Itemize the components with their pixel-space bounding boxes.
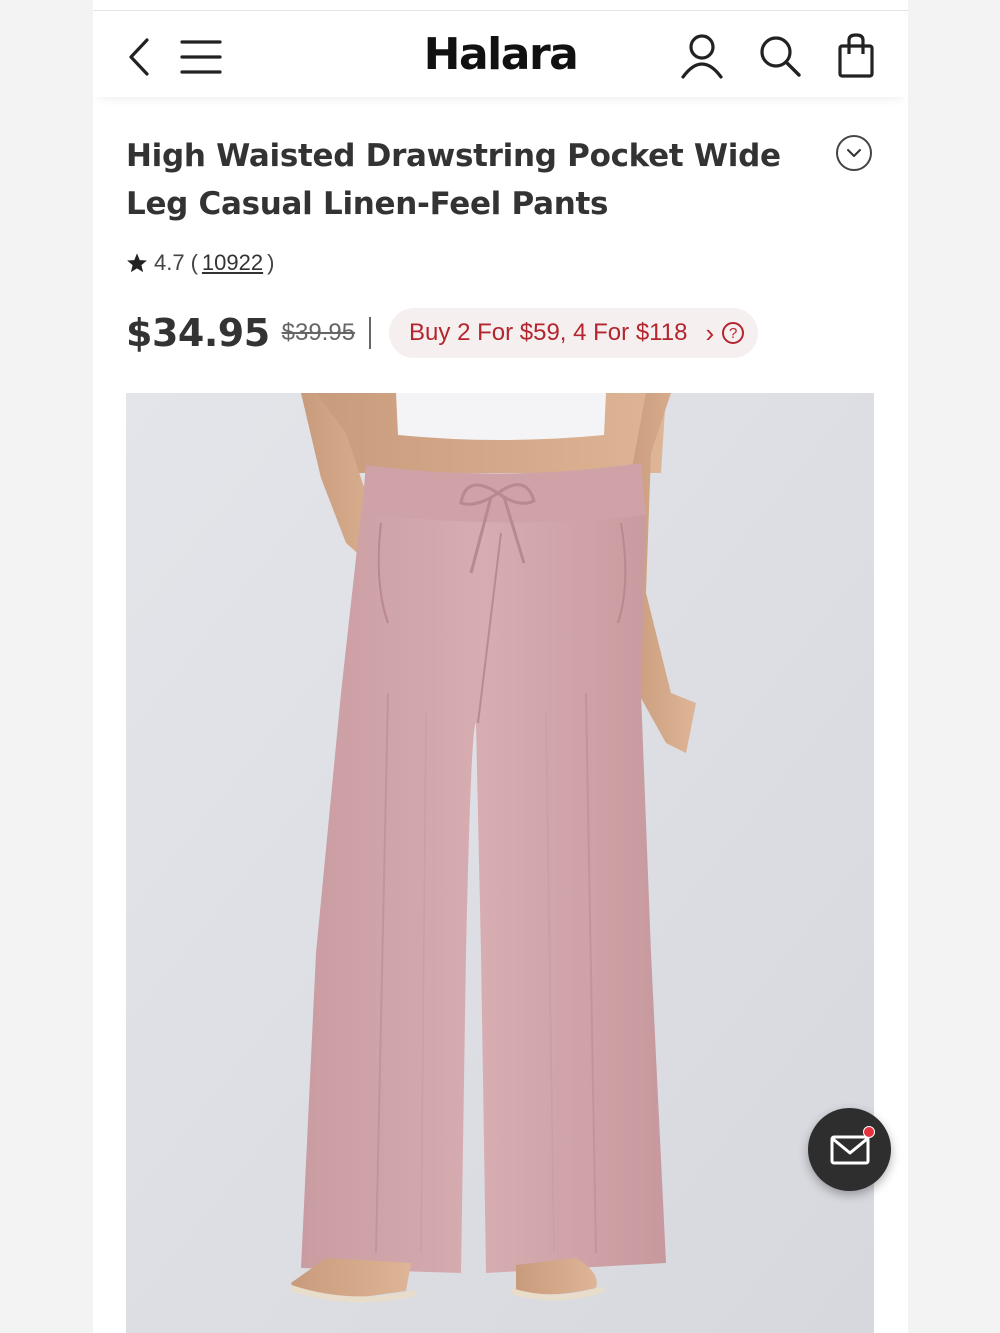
shopping-bag-icon: [838, 33, 874, 78]
product-image[interactable]: [126, 393, 874, 1333]
expand-details-button[interactable]: [836, 135, 872, 171]
search-button[interactable]: [757, 33, 803, 79]
price-divider: [369, 317, 372, 349]
bundle-promo-button[interactable]: Buy 2 For $59, 4 For $118 › ?: [389, 308, 759, 358]
original-price: $39.95: [281, 319, 356, 346]
rating-value: 4.7: [154, 250, 185, 275]
sale-price: $34.95: [126, 311, 270, 355]
notification-dot: [863, 1126, 875, 1138]
rating-row[interactable]: 4.7 ( 10922 ): [126, 248, 274, 278]
chevron-right-icon: ›: [705, 317, 715, 348]
product-title: High Waisted Drawstring Pocket Wide Leg …: [126, 138, 781, 222]
close-paren: ): [267, 250, 275, 275]
product-page: Halara High Waisted Drawstring Pocket Wi…: [93, 0, 908, 1333]
menu-button[interactable]: [179, 35, 223, 79]
star-icon: [127, 253, 147, 273]
open-paren: (: [190, 250, 198, 275]
chevron-left-icon: [129, 38, 149, 76]
review-count[interactable]: 10922: [202, 250, 263, 276]
promo-label: Buy 2 For $59, 4 For $118: [409, 319, 688, 346]
cart-button[interactable]: [835, 31, 877, 81]
chevron-down-icon: [847, 149, 861, 157]
price-bar: $34.95 $39.95 Buy 2 For $59, 4 For $118 …: [126, 306, 759, 360]
message-button[interactable]: [808, 1108, 891, 1191]
pants-photo-illustration: [126, 393, 874, 1333]
help-icon[interactable]: ?: [722, 322, 745, 344]
back-button[interactable]: [121, 35, 157, 79]
search-icon: [760, 36, 801, 77]
account-button[interactable]: [679, 31, 725, 81]
hamburger-menu-icon: [180, 40, 222, 74]
top-header: Halara: [93, 11, 908, 97]
brand-logo[interactable]: Halara: [424, 29, 579, 80]
mail-icon: [830, 1135, 869, 1164]
user-icon: [681, 34, 723, 79]
